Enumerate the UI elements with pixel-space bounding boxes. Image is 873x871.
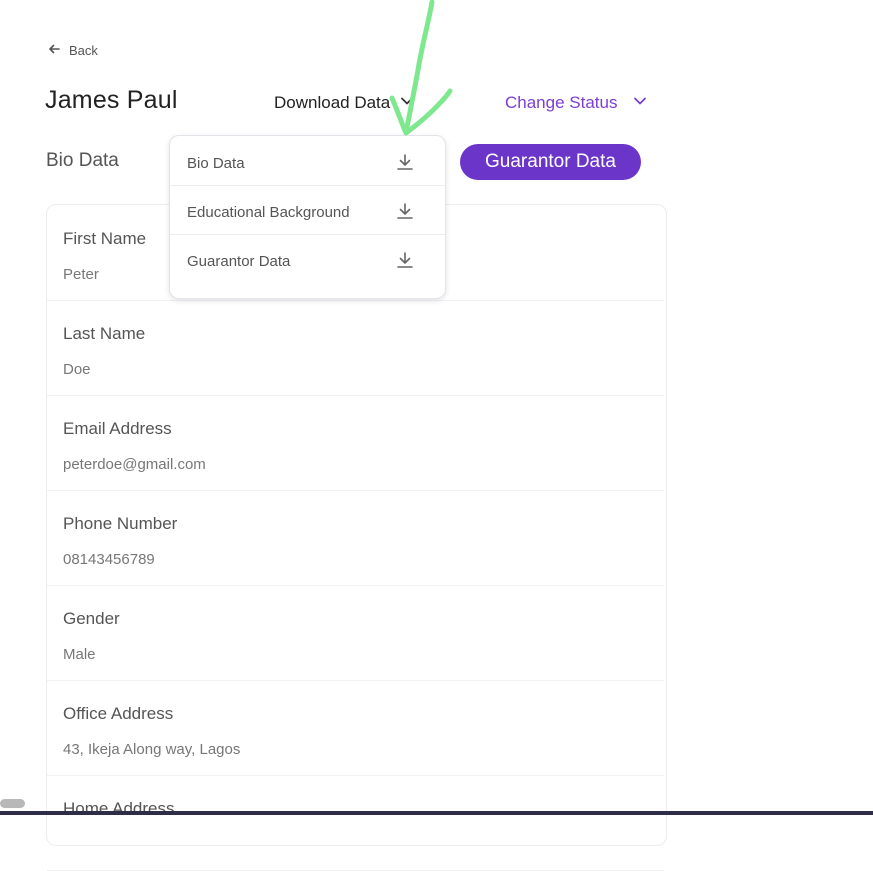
field-label: Email Address <box>63 419 172 438</box>
field-value: Male <box>63 646 96 663</box>
field-value: Peter <box>63 266 99 283</box>
field-value: peterdoe@gmail.com <box>63 456 206 473</box>
change-status-button[interactable]: Change Status <box>505 93 647 113</box>
menu-item-label: Bio Data <box>187 155 245 172</box>
menu-item-label: Educational Background <box>187 204 350 221</box>
change-status-label: Change Status <box>505 93 618 112</box>
bottom-divider <box>0 811 873 815</box>
field-label: Phone Number <box>63 514 178 533</box>
menu-item-bio-data[interactable]: Bio Data <box>170 136 445 186</box>
field-home-address: Home Address <box>47 775 664 871</box>
field-last-name: Last Name Doe <box>47 300 664 396</box>
tab-bio-data[interactable]: Bio Data <box>46 150 119 172</box>
back-label: Back <box>69 43 98 58</box>
download-icon <box>395 201 415 221</box>
field-phone-number: Phone Number 08143456789 <box>47 490 664 586</box>
page-title: James Paul <box>45 86 178 114</box>
download-icon <box>395 250 415 270</box>
details-card: First Name Peter Last Name Doe Email Add… <box>46 204 667 871</box>
menu-item-educational-background[interactable]: Educational Background <box>170 185 445 235</box>
arrow-left-icon <box>47 42 61 59</box>
field-value: 08143456789 <box>63 551 155 568</box>
chevron-down-icon <box>633 93 647 113</box>
back-link[interactable]: Back <box>47 42 98 59</box>
download-data-button[interactable]: Download Data <box>274 93 414 113</box>
tab-guarantor-data[interactable]: Guarantor Data <box>460 144 641 180</box>
menu-item-label: Guarantor Data <box>187 253 291 270</box>
field-office-address: Office Address 43, Ikeja Along way, Lago… <box>47 680 664 776</box>
chevron-down-icon <box>400 93 414 113</box>
field-gender: Gender Male <box>47 585 664 681</box>
field-email-address: Email Address peterdoe@gmail.com <box>47 395 664 491</box>
field-label: Home Address <box>63 799 175 818</box>
download-icon <box>395 152 415 172</box>
field-value: 43, Ikeja Along way, Lagos <box>63 741 241 758</box>
download-data-menu: Bio Data Educational Background Guaranto… <box>169 135 446 299</box>
field-label: Gender <box>63 609 120 628</box>
scrollbar-handle[interactable] <box>0 799 25 808</box>
menu-item-guarantor-data[interactable]: Guarantor Data <box>170 234 445 283</box>
field-label: First Name <box>63 229 147 248</box>
download-data-label: Download Data <box>274 93 391 112</box>
field-label: Last Name <box>63 324 146 343</box>
field-value: Doe <box>63 361 91 378</box>
field-label: Office Address <box>63 704 174 723</box>
